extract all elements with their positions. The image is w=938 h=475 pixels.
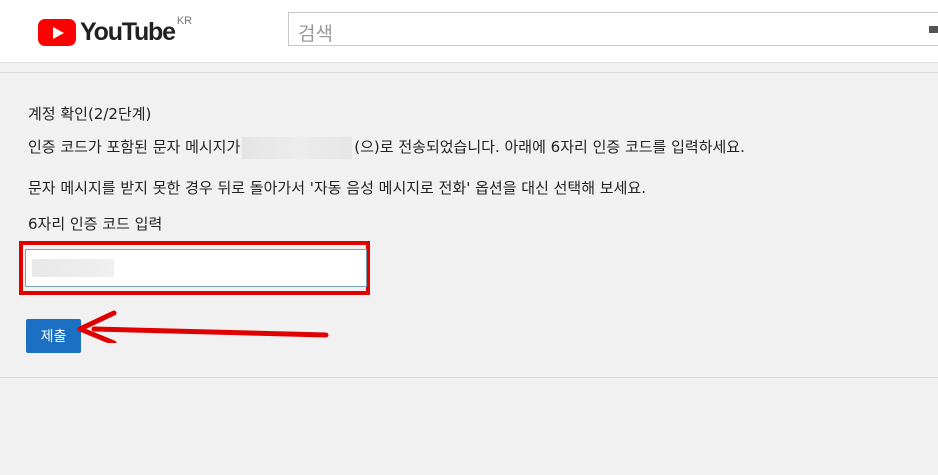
fallback-instructions: 문자 메시지를 받지 못한 경우 뒤로 돌아가서 '자동 음성 메시지로 전화'… bbox=[28, 179, 646, 197]
youtube-logo[interactable]: YouTube KR bbox=[38, 15, 193, 46]
red-arrow-annotation bbox=[77, 310, 329, 343]
header: YouTube KR 검색 bbox=[0, 0, 938, 63]
redacted-phone-number bbox=[242, 136, 353, 159]
code-label: 6자리 인증 코드 입력 bbox=[28, 215, 163, 233]
page-title: 계정 확인(2/2단계) bbox=[28, 105, 152, 123]
keyboard-icon[interactable] bbox=[929, 26, 938, 33]
sent-message: 인증 코드가 포함된 문자 메시지가 (으)로 전송되었습니다. 아래에 6자리 … bbox=[28, 136, 745, 159]
region-badge: KR bbox=[176, 15, 193, 27]
sent-message-part1: 인증 코드가 포함된 문자 메시지가 bbox=[28, 138, 241, 156]
logo-text: YouTube bbox=[80, 18, 176, 46]
verification-code-input[interactable] bbox=[25, 249, 367, 287]
play-icon bbox=[38, 19, 76, 46]
search-input[interactable]: 검색 bbox=[288, 12, 938, 46]
redacted-code-value bbox=[32, 259, 114, 277]
verification-panel: 계정 확인(2/2단계) 인증 코드가 포함된 문자 메시지가 (으)로 전송되었… bbox=[0, 72, 938, 378]
search-placeholder: 검색 bbox=[298, 23, 333, 45]
sent-message-part2: (으)로 전송되었습니다. 아래에 6자리 인증 코드를 입력하세요. bbox=[354, 138, 745, 156]
